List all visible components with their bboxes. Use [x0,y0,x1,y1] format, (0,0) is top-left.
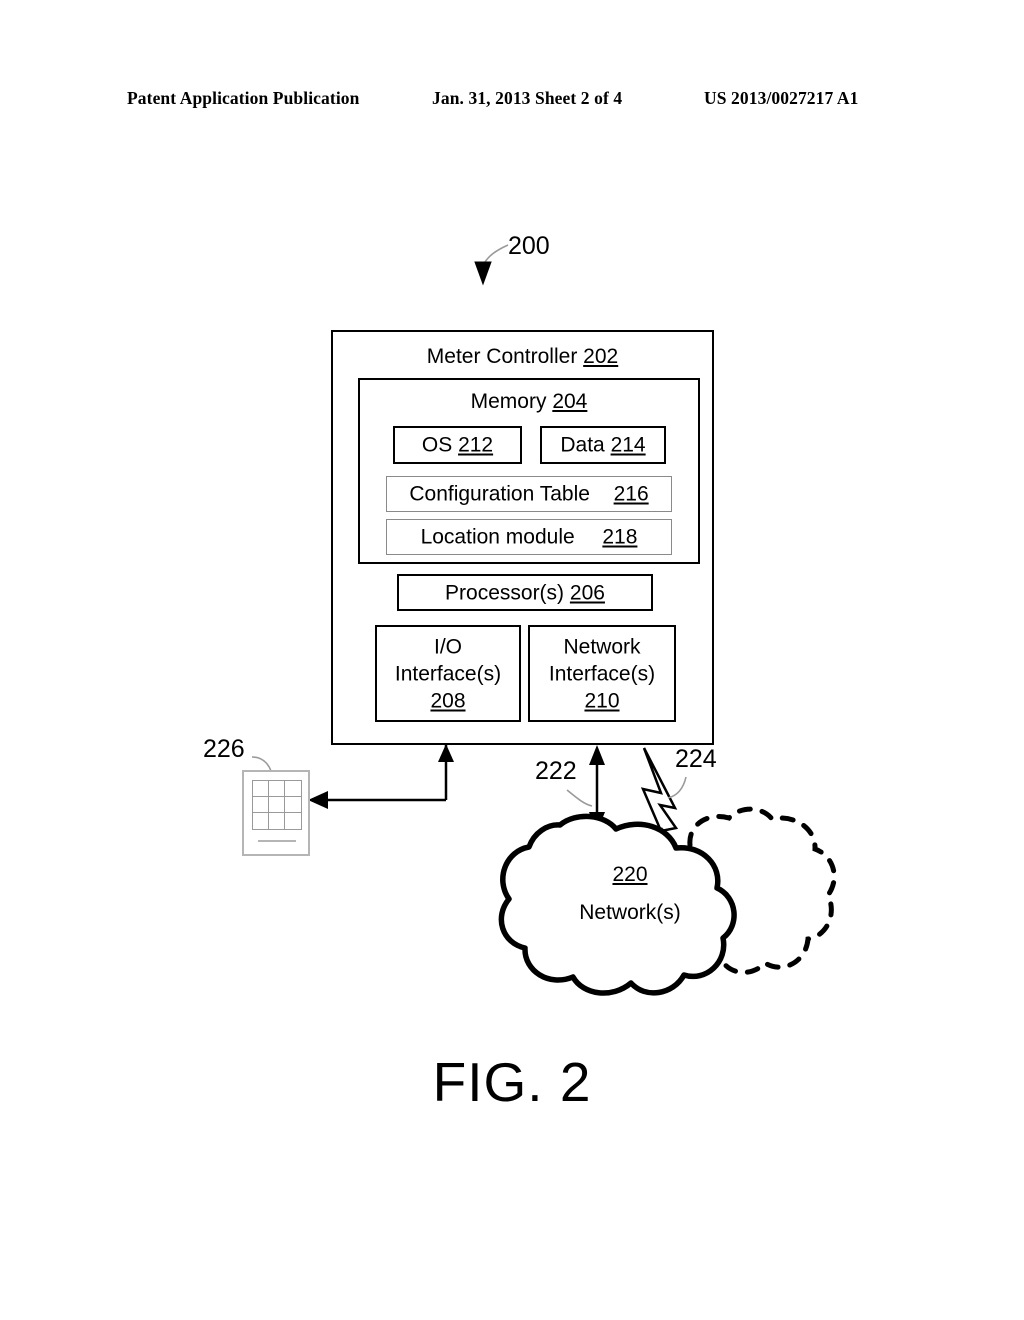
data-label: Data [560,433,605,457]
io-interface-ref: 208 [430,689,466,712]
wired-link-ref-leader [566,789,593,807]
publication-header: Patent Application Publication Jan. 31, … [0,88,1024,114]
wired-link-ref-222: 222 [535,757,577,785]
io-interface-title: I/O Interface(s) 208 [377,633,519,714]
meter-device-ref-226: 226 [203,735,245,763]
location-module-title: Location module 218 [387,525,671,550]
publication-date-sheet: Jan. 31, 2013 Sheet 2 of 4 [432,88,623,108]
meter-grid-cell [253,813,269,829]
meter-display-grid [252,780,302,830]
network-link-arrowhead-up [589,745,605,765]
system-ref-leader-line [482,244,509,267]
location-module-box: Location module 218 [386,519,672,555]
figure-caption: FIG. 2 [432,1051,592,1113]
wireless-link-ref-224: 224 [675,745,717,773]
processor-box: Processor(s) 206 [397,574,653,611]
data-ref: 214 [610,433,646,457]
configuration-table-label: Configuration Table [409,482,590,506]
meter-grid-cell [285,797,301,813]
network-interface-box: Network Interface(s) 210 [528,625,676,722]
os-title: OS 212 [395,433,520,458]
meter-grid-cell [253,781,269,797]
processor-title: Processor(s) 206 [399,580,651,605]
meter-controller-label: Meter Controller [426,345,578,368]
network-cloud-ref: 220 [612,863,648,886]
meter-grid-cell [269,813,285,829]
os-ref: 212 [458,433,494,457]
meter-grid-cell [253,797,269,813]
network-interface-line2: Interface(s) [548,662,656,685]
meter-grid-cell [269,797,285,813]
os-box: OS 212 [393,426,522,464]
processor-label: Processor(s) [445,581,565,604]
io-interface-box: I/O Interface(s) 208 [375,625,521,722]
network-interface-title: Network Interface(s) 210 [530,633,674,714]
network-interface-line1: Network [563,635,641,658]
meter-grid-cell [285,781,301,797]
os-label: OS [421,433,453,457]
memory-title: Memory 204 [360,389,698,414]
network-link-arrowhead-down [589,812,605,832]
meter-controller-ref: 202 [583,345,619,368]
configuration-table-box: Configuration Table 216 [386,476,672,512]
memory-ref: 204 [552,390,588,413]
wireless-link-bolt-icon [640,747,679,833]
meter-grid-cell [285,813,301,829]
data-title: Data 214 [542,433,664,458]
network-interface-ref: 210 [584,689,620,712]
meter-grid-cell [269,781,285,797]
location-module-ref: 218 [602,525,638,549]
io-interface-line1: I/O [433,635,462,658]
io-meter-arrowhead [308,791,328,809]
meter-device-slot [258,840,296,842]
wireless-link-ref-leader [667,776,687,799]
publication-type: Patent Application Publication [127,88,360,108]
network-cloud-label: Network(s) [579,901,681,924]
location-module-label: Location module [420,525,575,549]
meter-controller-title: Meter Controller 202 [333,344,712,369]
io-controller-arrowhead [438,744,454,762]
memory-label: Memory [470,390,547,413]
configuration-table-title: Configuration Table 216 [387,482,671,507]
configuration-table-ref: 216 [613,482,649,506]
publication-number: US 2013/0027217 A1 [704,88,859,108]
io-interface-line2: Interface(s) [394,662,502,685]
processor-ref: 206 [569,581,605,604]
meter-display-device [242,770,310,856]
secondary-network-cloud [687,806,837,975]
system-ref-arrowhead [474,261,492,286]
wireless-link-bolt-tail [659,827,675,849]
data-box: Data 214 [540,426,666,464]
system-ref-200: 200 [508,232,550,260]
